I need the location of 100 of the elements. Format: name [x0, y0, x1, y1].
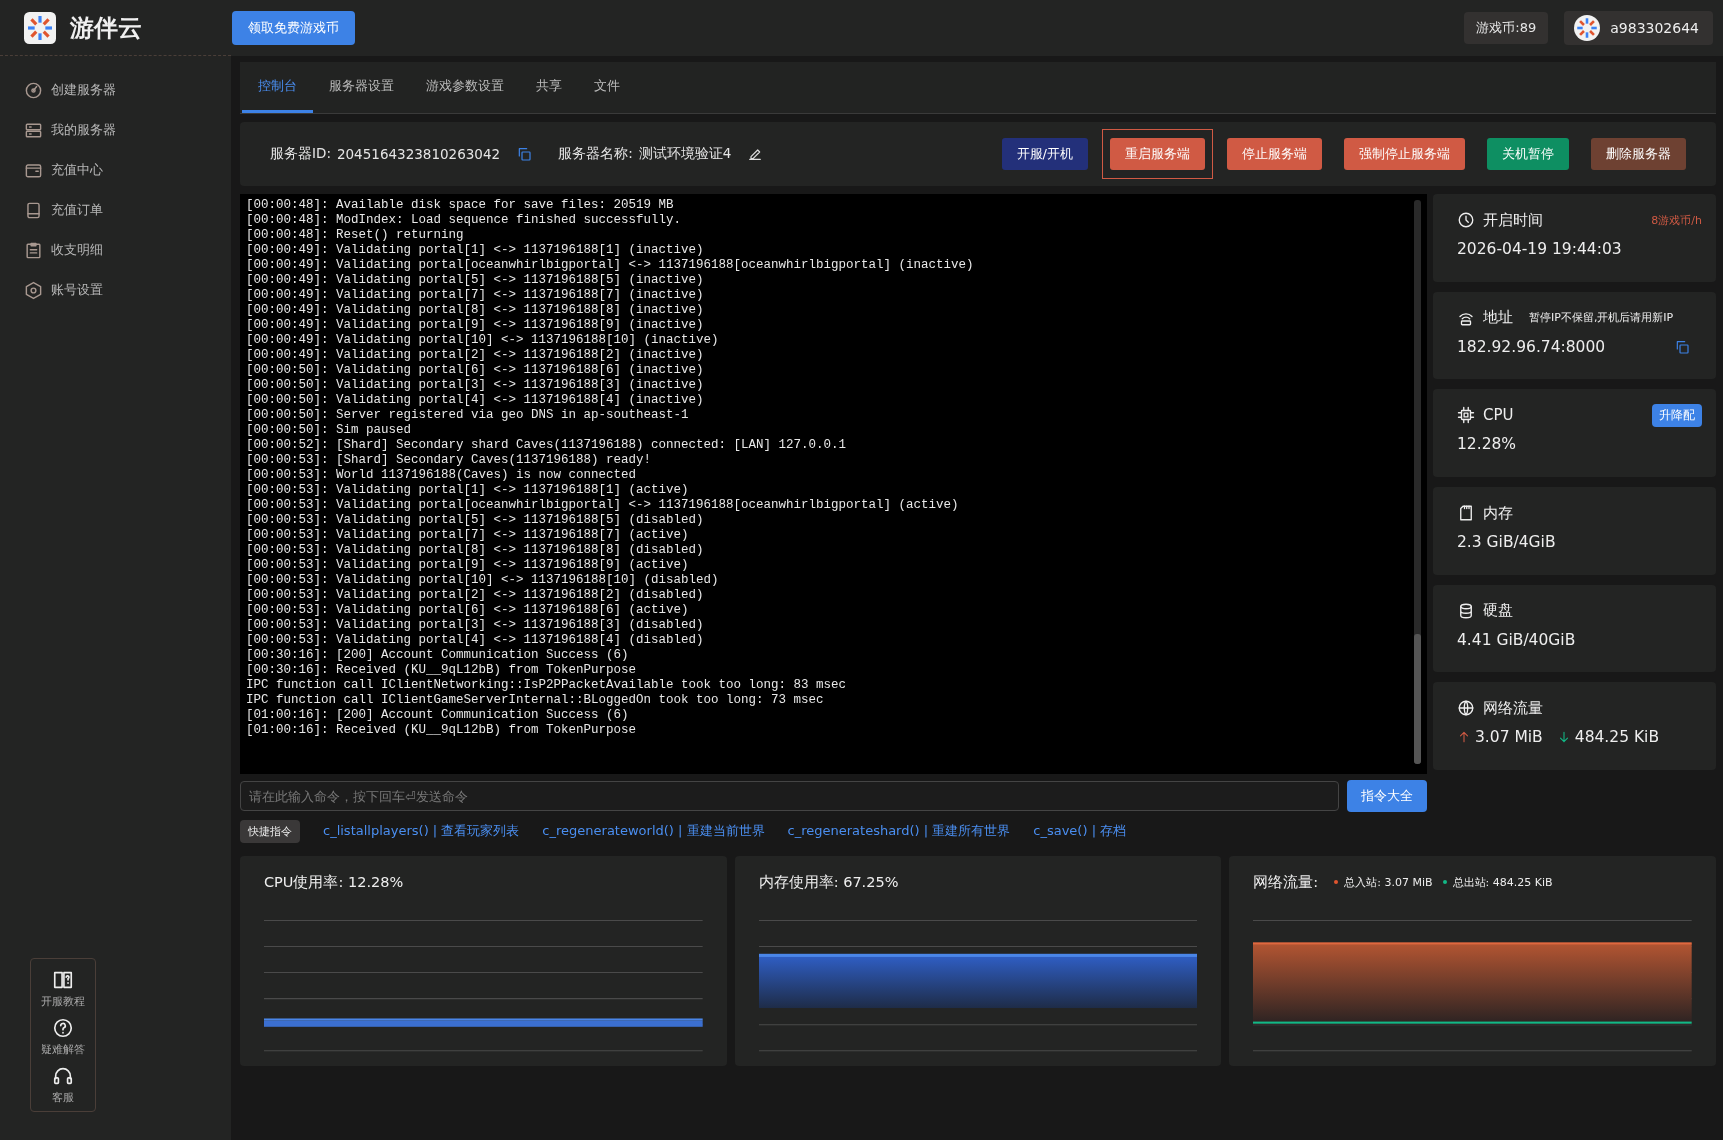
console-line: [00:00:50]: Validating portal[3] <-> 1137196188[3] (inactive)	[246, 378, 705, 393]
server-id: 2045164323810263042	[336, 146, 501, 162]
database-icon	[1457, 601, 1475, 620]
console-line: [00:00:49]: Validating portal[5] <-> 1137196188[5] (inactive)	[246, 273, 705, 288]
help-link[interactable]: 客服	[52, 1065, 74, 1105]
avatar-icon	[1574, 15, 1601, 41]
stat-label: 地址	[1483, 308, 1513, 328]
chart-title: CPU使用率: 12.28%	[264, 872, 404, 892]
stat-label: 内存	[1483, 503, 1513, 523]
command-link[interactable]: c_save() | 存档	[1033, 822, 1127, 840]
console-line: [00:00:49]: Validating portal[9] <-> 1137196188[9] (inactive)	[246, 318, 705, 333]
sidebar-item[interactable]: 账号设置	[0, 270, 231, 310]
upgrade-button[interactable]: 升降配	[1652, 403, 1702, 427]
stat-value: 2.3 GiB/4GiB	[1457, 533, 1556, 551]
console-line: [00:00:48]: Reset() returning	[246, 228, 465, 243]
book-question-icon	[52, 969, 74, 991]
stat-label: 硬盘	[1483, 601, 1513, 621]
command-link[interactable]: c_listallplayers() | 查看玩家列表	[323, 822, 520, 840]
copy-icon[interactable]	[516, 146, 533, 162]
console-line: [00:00:50]: Server registered via geo DNS in ap-southeast-1	[246, 408, 690, 423]
sidebar-item[interactable]: 我的服务器	[0, 110, 231, 150]
help-link[interactable]: 开服教程	[41, 969, 85, 1009]
cpu-icon	[1457, 406, 1475, 425]
console-line: [00:00:53]: Validating portal[3] <-> 1137196188[3] (disabled)	[246, 618, 705, 633]
command-field[interactable]: 请在此输入命令，按下回车⏎发送命令	[240, 781, 1339, 811]
console-line: [00:00:48]: ModIndex: Load sequence finished successfully.	[246, 213, 683, 228]
console-line: [00:00:53]: Validating portal[4] <-> 1137196188[4] (disabled)	[246, 633, 705, 648]
stat-label: CPU	[1483, 406, 1514, 425]
sidebar-item[interactable]: 充值中心	[0, 150, 231, 190]
clock-icon	[1457, 211, 1475, 229]
rate-note: 8游戏币/h	[1651, 212, 1702, 228]
copy-icon[interactable]	[1674, 338, 1690, 355]
sidebar-item[interactable]: 收支明细	[0, 230, 231, 270]
console-line: IPC function call IClientGameServerInternal::BLoggedOn took too long: 73 msec	[246, 693, 825, 708]
legend-label: 总出站: 484.25 KiB	[1452, 874, 1553, 890]
username: a983302644	[1610, 20, 1699, 36]
action-button[interactable]: 删除服务器	[1591, 138, 1686, 170]
console-line: [00:00:48]: Available disk space for save files: 20519 MB	[246, 198, 675, 213]
action-button[interactable]: 关机暂停	[1487, 138, 1569, 170]
console-line: [00:00:53]: [Shard] Secondary Caves(1137196188) ready!	[246, 453, 653, 468]
sidebar-item[interactable]: 充值订单	[0, 190, 231, 230]
console-line: [00:30:16]: Received (KU__9qL12bB) from TokenPurpose	[246, 663, 638, 678]
settings-icon	[24, 280, 43, 300]
console-line: [00:00:52]: [Shard] Secondary shard Caves(1137196188) connected: [LAN] 127.0.0.1	[246, 438, 848, 453]
tab[interactable]: 服务器设置	[313, 62, 410, 113]
stat-value: 4.41 GiB/40GiB	[1457, 630, 1576, 649]
console-line: [00:00:53]: Validating portal[8] <-> 1137196188[8] (disabled)	[246, 543, 705, 558]
stat-label: 开启时间	[1483, 210, 1543, 230]
memory-card-icon	[1457, 504, 1475, 522]
stat-value: 182.92.96.74:8000	[1457, 337, 1606, 356]
help-icon	[52, 1017, 74, 1039]
console-line: [00:00:53]: Validating portal[2] <-> 1137196188[2] (disabled)	[246, 588, 705, 603]
clipboard-icon	[24, 240, 43, 260]
globe-icon	[1457, 699, 1475, 718]
command-link[interactable]: c_regenerateshard() | 重建所有世界	[787, 822, 1011, 840]
action-button[interactable]: 开服/开机	[1001, 138, 1088, 170]
console-line: [00:00:53]: Validating portal[10] <-> 1137196188[10] (disabled)	[246, 573, 720, 588]
promo-button[interactable]: 领取免费游戏币	[232, 11, 355, 45]
stat-label: 网络流量	[1483, 698, 1543, 718]
tab[interactable]: 文件	[578, 62, 636, 113]
chart-title: 内存使用率: 67.25%	[758, 872, 899, 892]
upload-value: 3.07 MiB	[1475, 728, 1543, 747]
console-line: [00:00:49]: Validating portal[8] <-> 1137196188[8] (inactive)	[246, 303, 705, 318]
tab[interactable]: 共享	[520, 62, 578, 113]
console-line: [00:00:49]: Validating portal[2] <-> 1137196188[2] (inactive)	[246, 348, 705, 363]
console-line: [00:00:53]: Validating portal[9] <-> 1137196188[9] (active)	[246, 558, 690, 573]
console-line: [00:00:53]: Validating portal[6] <-> 1137196188[6] (active)	[246, 603, 690, 618]
console-line: [01:00:16]: Received (KU__9qL12bB) from TokenPurpose	[246, 723, 638, 738]
help-link[interactable]: 疑难解答	[41, 1017, 85, 1057]
chart-title: 网络流量:	[1253, 872, 1319, 892]
tab[interactable]: 控制台	[242, 62, 313, 113]
action-button[interactable]: 停止服务端	[1227, 138, 1322, 170]
console-line: IPC function call IClientNetworking::IsP2PPacketAvailable took too long: 83 msec	[246, 678, 848, 693]
server-name: 测试环境验证4	[638, 145, 732, 163]
tab[interactable]: 游戏参数设置	[410, 62, 520, 113]
edit-icon[interactable]	[747, 146, 764, 162]
command-link[interactable]: c_regenerateworld() | 重建当前世界	[542, 822, 765, 840]
sidebar-item[interactable]: 创建服务器	[0, 70, 231, 110]
server-id-label: 服务器ID:	[270, 145, 331, 163]
console-line: [00:00:49]: Validating portal[oceanwhirlbigportal] <-> 1137196188[oceanwhirlbigportal] (inactive)	[246, 258, 975, 273]
action-button[interactable]: 强制停止服务端	[1344, 138, 1465, 170]
user-menu[interactable]: a983302644	[1564, 11, 1713, 45]
console-line: [00:00:53]: Validating portal[oceanwhirlbigportal] <-> 1137196188[oceanwhirlbigportal] (active)	[246, 498, 960, 513]
stat-note: 暂停IP不保留,开机后请用新IP	[1529, 310, 1674, 326]
console-line: [00:00:50]: Validating portal[6] <-> 1137196188[6] (inactive)	[246, 363, 705, 378]
commands-button[interactable]: 指令大全	[1347, 780, 1427, 812]
action-button[interactable]: 重启服务端	[1110, 138, 1205, 170]
console-line: [00:00:53]: Validating portal[7] <-> 1137196188[7] (active)	[246, 528, 690, 543]
stat-value: 12.28%	[1457, 435, 1517, 454]
server-name-label: 服务器名称:	[558, 145, 633, 163]
console-line: [00:30:16]: [200] Account Communication Success (6)	[246, 648, 630, 663]
console-line: [00:00:49]: Validating portal[10] <-> 1137196188[10] (inactive)	[246, 333, 720, 348]
console-line: [00:00:50]: Validating portal[4] <-> 1137196188[4] (inactive)	[246, 393, 705, 408]
gauge-icon	[24, 80, 43, 100]
console-line: [01:00:16]: [200] Account Communication Success (6)	[246, 708, 630, 723]
quick-label: 快捷指令	[240, 819, 300, 843]
console-line: [00:00:50]: Sim paused	[246, 423, 413, 438]
logo-icon	[24, 11, 56, 44]
app-name: 游伴云	[70, 12, 142, 44]
console-line: [00:00:49]: Validating portal[7] <-> 1137196188[7] (inactive)	[246, 288, 705, 303]
